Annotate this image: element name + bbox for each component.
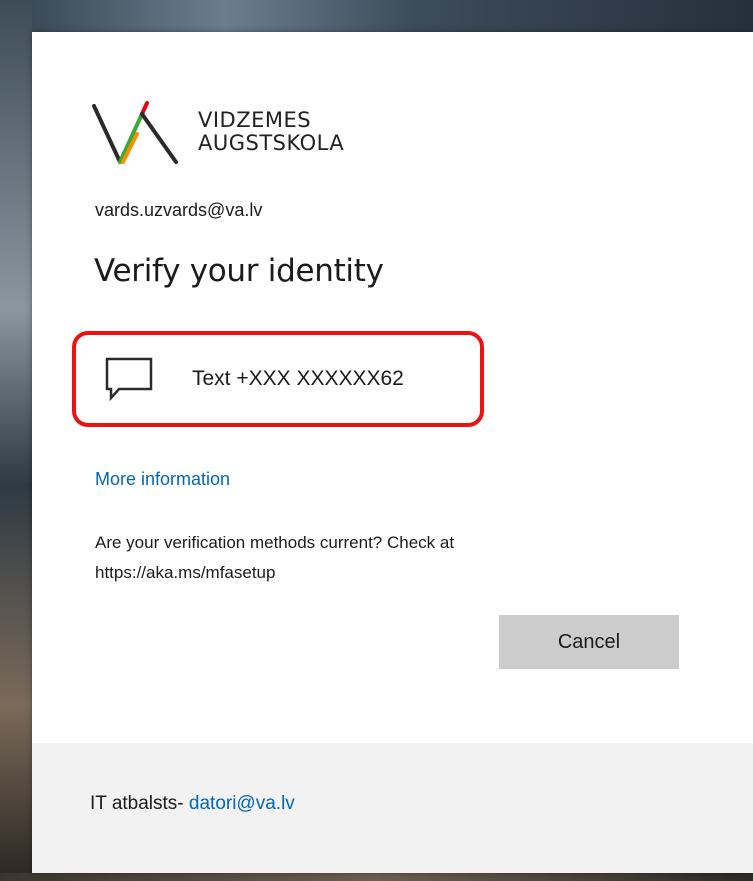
background-top <box>0 0 753 32</box>
logo-mark-icon <box>92 101 178 164</box>
text-verification-option[interactable]: Text +XXX XXXXXX62 <box>72 331 484 427</box>
more-information-link[interactable]: More information <box>95 469 230 490</box>
background-left <box>0 0 32 881</box>
page-title: Verify your identity <box>94 253 384 289</box>
footer: IT atbalsts- datori@va.lv <box>32 743 753 873</box>
verification-methods-note: Are your verification methods current? C… <box>95 533 455 582</box>
logo-line-2: AUGSTSKOLA <box>198 131 345 155</box>
cancel-button[interactable]: Cancel <box>499 615 679 669</box>
chat-bubble-icon <box>104 353 156 405</box>
method-label: Text +XXX XXXXXX62 <box>192 367 404 390</box>
background-bottom <box>0 873 753 881</box>
logo-text: VIDZEMES AUGSTSKOLA <box>198 109 344 155</box>
logo-line-1: VIDZEMES <box>198 108 312 132</box>
footer-prefix: IT atbalsts- <box>90 793 189 814</box>
organization-logo: VIDZEMES AUGSTSKOLA <box>90 100 390 164</box>
support-email-link[interactable]: datori@va.lv <box>189 793 295 814</box>
account-email: vards.uzvards@va.lv <box>95 200 263 220</box>
footer-text: IT atbalsts- datori@va.lv <box>90 793 295 815</box>
